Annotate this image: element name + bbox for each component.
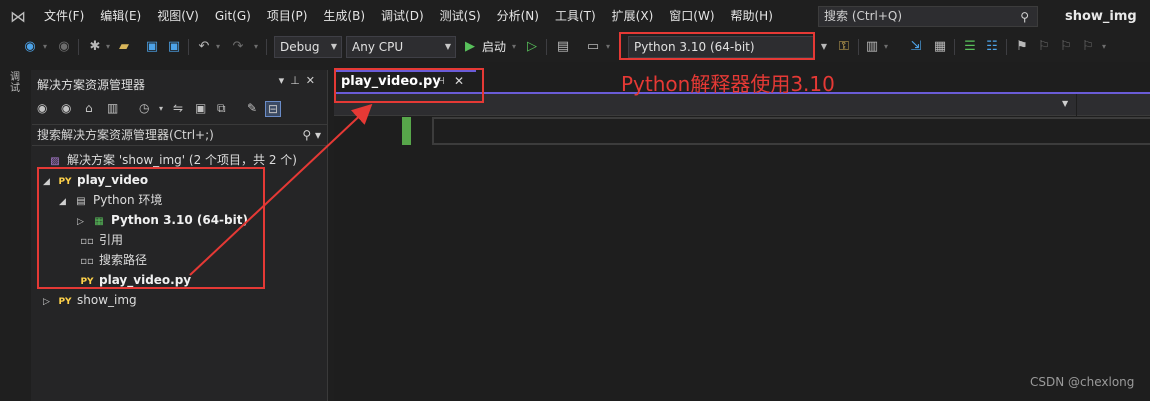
global-search-input[interactable]: 搜索 (Ctrl+Q) ⚲ [818,6,1038,27]
switch-views-icon[interactable]: ▥ [107,101,118,115]
solution-explorer-search-input[interactable]: 搜索解决方案资源管理器(Ctrl+;) ⚲ ▾ [32,124,327,146]
attach-process-icon[interactable]: ▤ [554,38,572,56]
chevron-down-icon[interactable]: ▾ [604,38,612,56]
visual-studio-logo-icon[interactable]: ⋈ [0,0,36,32]
start-debug-icon[interactable]: ▶ [462,38,478,56]
layout-icon[interactable]: ▥ [864,38,880,56]
menu-project[interactable]: 项目(P) [259,0,316,32]
pending-changes-icon[interactable]: ◷ [139,101,149,115]
close-icon[interactable]: ✕ [306,74,321,87]
collapsed-triangle-icon[interactable]: ▷ [43,292,57,312]
menu-extensions[interactable]: 扩展(X) [604,0,662,32]
back-icon[interactable]: ◉ [37,101,47,115]
chevron-down-icon[interactable]: ▾ [252,38,260,56]
menu-edit[interactable]: 编辑(E) [92,0,149,32]
properties-wrench-icon[interactable]: ✎ [247,101,257,115]
chevron-down-icon: ▼ [444,42,451,51]
navigate-forward-icon[interactable]: ◉ [56,38,72,56]
new-project-icon[interactable]: ✱ [86,38,104,56]
chevron-down-icon[interactable]: ▾ [510,38,518,56]
undo-icon[interactable]: ↶ [196,38,212,56]
chevron-down-icon[interactable]: ▼ [818,38,830,56]
watermark: CSDN @chexlong [1030,375,1135,389]
current-line-highlight [432,117,1150,145]
start-label[interactable]: 启动 [482,38,506,55]
show-all-files-icon[interactable]: ⧉ [217,101,226,116]
configuration-dropdown[interactable]: Debug ▼ [274,36,342,58]
solution-explorer-toolbar: ◉ ◉ ⌂ ▥ ◷ ▾ ⇋ ▣ ⧉ ✎ ⊟ [31,96,328,122]
home-icon[interactable]: ⌂ [85,101,93,115]
redo-icon[interactable]: ↷ [230,38,246,56]
sync-icon[interactable]: ⇋ [173,101,183,115]
menu-debug[interactable]: 调试(D) [373,0,432,32]
annotation-label: Python解释器使用3.10 [621,72,835,96]
search-icon: ⚲ [1020,10,1029,24]
menu-tools[interactable]: 工具(T) [547,0,604,32]
select-element-icon[interactable]: ⇲ [908,38,924,56]
outdent-icon[interactable]: ☷ [984,38,1000,56]
start-without-debug-icon[interactable]: ▷ [524,38,540,56]
forward-icon[interactable]: ◉ [61,101,71,115]
menu-test[interactable]: 测试(S) [432,0,489,32]
save-icon[interactable]: ▣ [144,38,160,56]
chevron-down-icon: ▼ [330,42,337,51]
solution-explorer-title: 解决方案资源管理器 [37,78,146,92]
vertical-tool-strip: 调试 [0,62,30,401]
open-folder-icon[interactable]: ▰ [116,38,132,56]
change-marker [402,117,411,145]
menu-build[interactable]: 生成(B) [315,0,373,32]
menu-file[interactable]: 文件(F) [36,0,92,32]
highlight-tab-box [334,68,484,103]
project2-label: show_img [77,293,137,307]
dropdown-icon[interactable]: ▾ [279,74,291,87]
highlight-project-box [37,167,265,289]
preview-selected-icon[interactable]: ⊟ [265,101,282,117]
python-project-icon: PY [58,297,72,307]
menu-window[interactable]: 窗口(W) [661,0,722,32]
chevron-down-icon[interactable]: ▾ [882,38,890,56]
bookmark-clear-icon[interactable]: ⚐ [1080,38,1096,56]
menu-view[interactable]: 视图(V) [149,0,207,32]
configuration-value: Debug [280,40,320,54]
collapse-all-icon[interactable]: ▣ [195,101,206,115]
pin-icon[interactable]: ⊥ [290,74,306,87]
platform-value: Any CPU [352,40,404,54]
navigate-back-icon[interactable]: ◉ [22,38,38,56]
menu-analyze[interactable]: 分析(N) [489,0,547,32]
save-all-icon[interactable]: ▣ [166,38,182,56]
bookmark-next-icon[interactable]: ⚐ [1058,38,1074,56]
solution-explorer-search-placeholder: 搜索解决方案资源管理器(Ctrl+;) [37,128,214,142]
menu-help[interactable]: 帮助(H) [723,0,781,32]
editor-area: play_video.py ⊣ ✕ ▼ [334,62,1150,401]
chevron-down-icon[interactable]: ▾ [1100,38,1108,56]
platform-dropdown[interactable]: Any CPU ▼ [346,36,456,58]
panel-controls: ▾⊥✕ [279,74,321,87]
vertical-tab-debug[interactable]: 调试 [10,72,22,94]
properties-icon[interactable]: ▦ [932,38,948,56]
search-icon: ⚲ ▾ [302,128,321,142]
package-icon[interactable]: ⚿ [836,38,852,56]
window-title: show_img [1065,9,1137,24]
chevron-down-icon[interactable]: ▾ [40,38,50,56]
indent-icon[interactable]: ☰ [962,38,978,56]
menu-git[interactable]: Git(G) [207,0,259,32]
bookmark-prev-icon[interactable]: ⚐ [1036,38,1052,56]
chevron-down-icon[interactable]: ▾ [104,38,112,56]
chevron-down-icon[interactable]: ▼ [1062,99,1068,108]
bookmark-icon[interactable]: ⚑ [1014,38,1030,56]
browser-link-icon[interactable]: ▭ [584,38,602,56]
chevron-down-icon[interactable]: ▾ [214,38,222,56]
chevron-down-icon[interactable]: ▾ [159,104,163,113]
highlight-env-box [619,32,815,60]
main-toolbar: ◉ ▾ ◉ ✱ ▾ ▰ ▣ ▣ ↶ ▾ ↷ ▾ Debug ▼ Any CPU … [0,32,1150,62]
solution-label: 解决方案 'show_img' (2 个项目，共 2 个) [67,153,297,167]
global-search-placeholder: 搜索 (Ctrl+Q) [824,9,903,23]
tree-project-show-img[interactable]: ▷ PY show_img [43,290,137,310]
